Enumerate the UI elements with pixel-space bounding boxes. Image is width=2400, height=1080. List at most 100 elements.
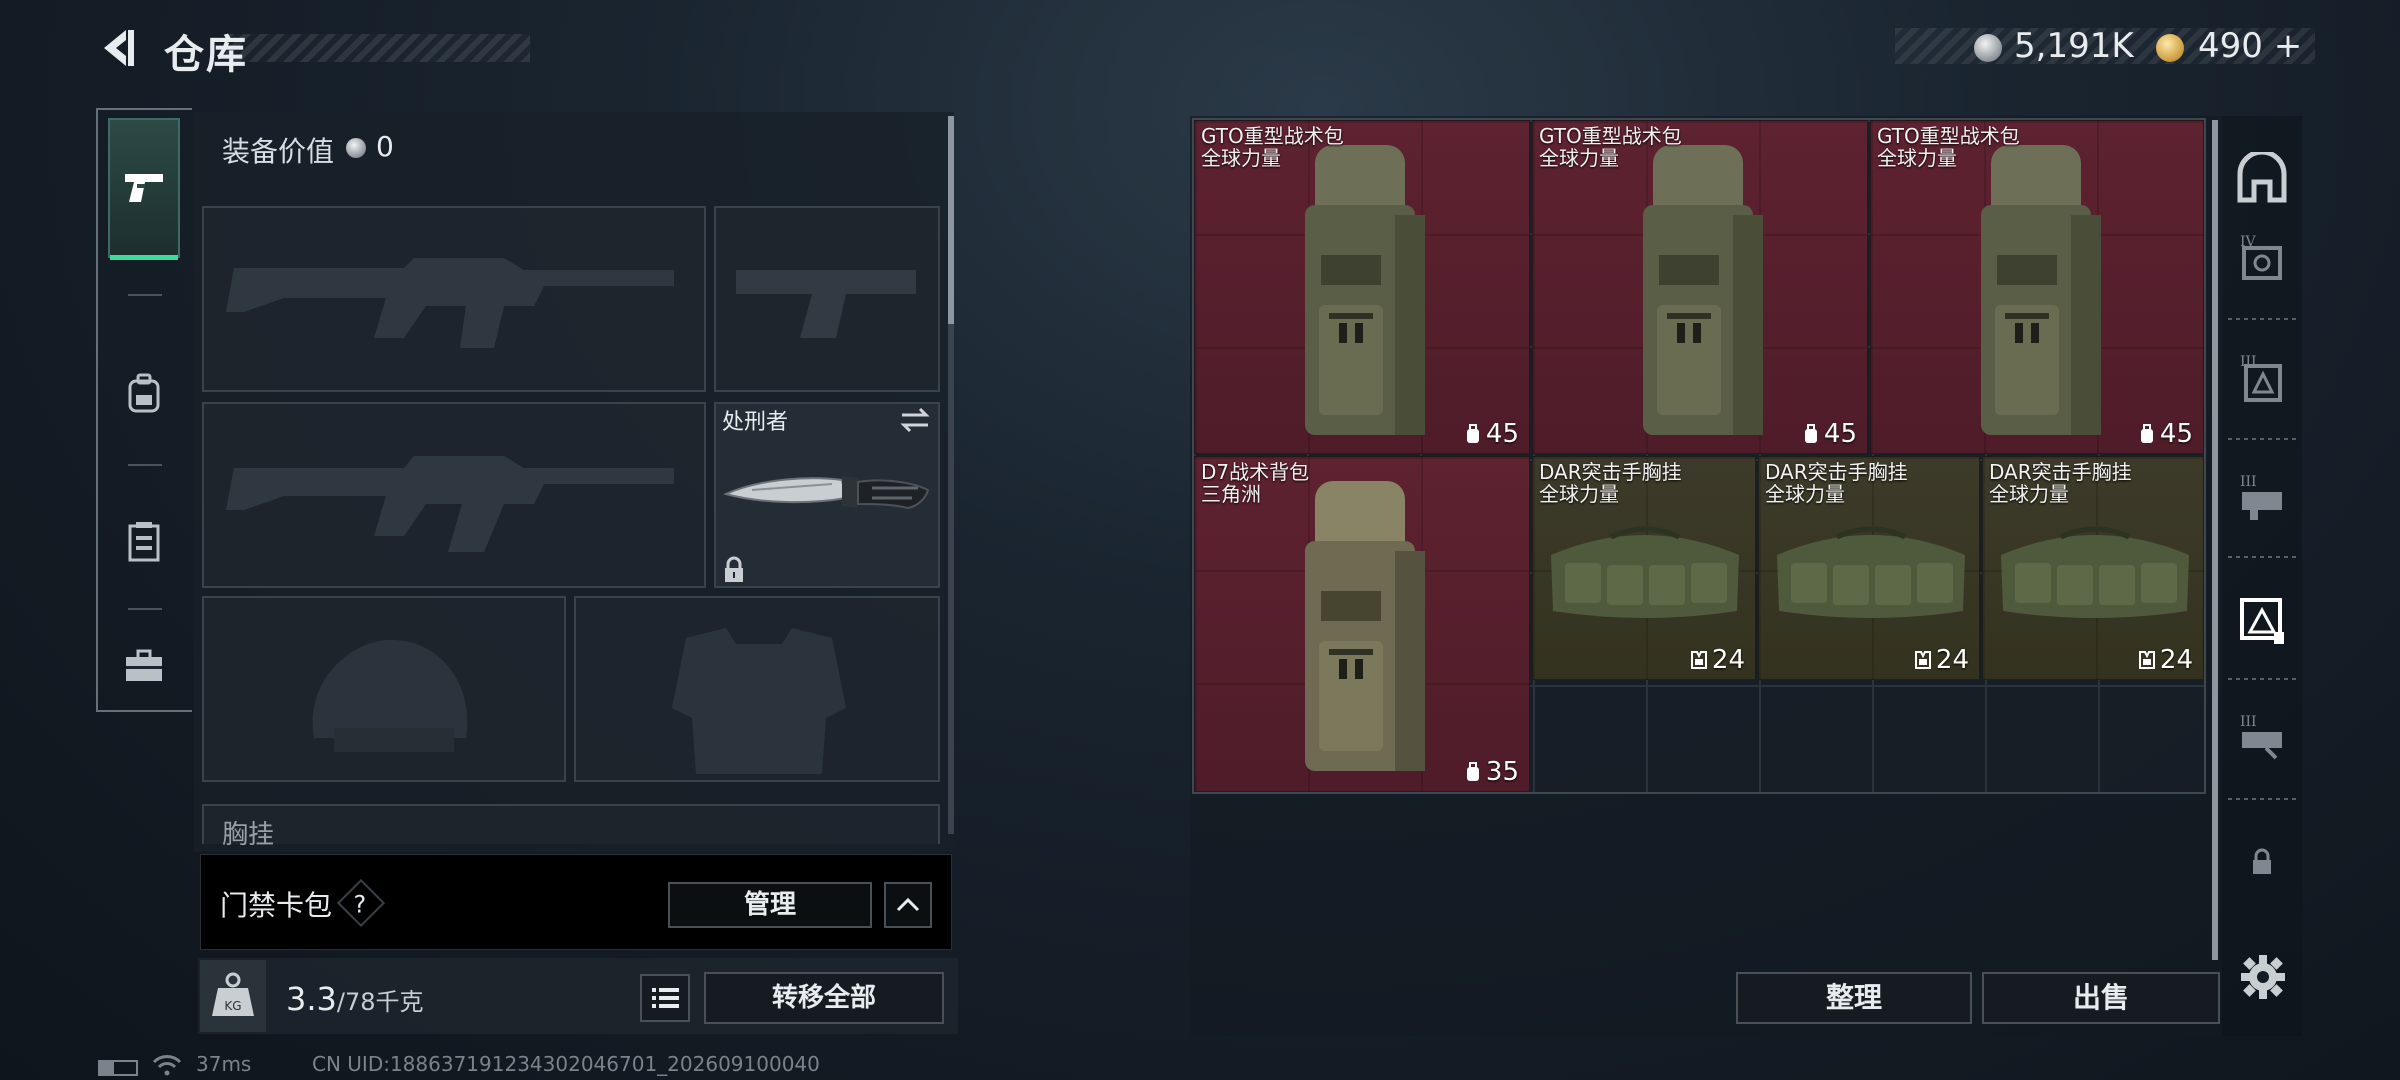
- rail-top-line: [98, 108, 192, 110]
- warehouse-item[interactable]: DAR突击手胸挂 全球力量 24: [1758, 456, 1980, 680]
- ping-value: 37ms: [196, 1052, 252, 1076]
- primary-weapon-slot-2[interactable]: [202, 402, 706, 588]
- pistol-icon: [125, 174, 163, 202]
- warehouse-item[interactable]: D7战术背包 三角洲 35: [1194, 456, 1530, 792]
- category-all[interactable]: [2236, 149, 2288, 204]
- item-subtitle: 三角洲: [1201, 482, 1261, 506]
- category-separator: [2228, 678, 2300, 680]
- chest-rig-capacity-icon: [1690, 651, 1707, 669]
- svg-text:III: III: [2240, 474, 2257, 490]
- item-capacity-value: 45: [1485, 419, 1519, 449]
- gto-backpack-image: [1643, 145, 1763, 435]
- item-name: GTO重型战术包: [1877, 124, 2020, 148]
- equip-value: 0: [376, 130, 394, 163]
- category-tier-4-bag[interactable]: IV: [2236, 232, 2288, 284]
- equip-value-label: 装备价值: [222, 135, 335, 168]
- category-separator: [2228, 556, 2300, 558]
- warehouse-item[interactable]: GTO重型战术包 全球力量 45: [1870, 120, 2204, 454]
- add-gold-button[interactable]: +: [2274, 26, 2303, 66]
- all-icon: [2237, 149, 2287, 203]
- item-capacity-value: 35: [1485, 757, 1519, 787]
- loadout-scrollbar-track[interactable]: [948, 324, 954, 834]
- sort-button[interactable]: 整理: [1736, 972, 1972, 1024]
- item-name: GTO重型战术包: [1539, 124, 1682, 148]
- dar-chest-rig-image: [1777, 526, 1965, 618]
- executioner-knife-image: [722, 464, 934, 524]
- warehouse-item[interactable]: DAR突击手胸挂 全球力量 24: [1532, 456, 1756, 680]
- item-capacity: 24: [1690, 645, 1745, 675]
- gto-backpack-image: [1981, 145, 2101, 435]
- tab-safe-box[interactable]: [108, 626, 180, 706]
- tier-3-armor-icon: III: [2240, 714, 2282, 760]
- item-capacity-value: 45: [2159, 419, 2193, 449]
- back-button[interactable]: [96, 24, 144, 72]
- item-name: DAR突击手胸挂: [1539, 460, 1682, 484]
- wifi-icon: [152, 1054, 182, 1076]
- item-capacity-value: 24: [1711, 645, 1745, 675]
- pistol-slot[interactable]: [714, 206, 940, 392]
- chest-rig-capacity-icon: [1914, 651, 1931, 669]
- item-capacity: 45: [1802, 419, 1857, 449]
- warehouse-scrollbar[interactable]: [2212, 120, 2218, 960]
- silver-coin-icon: [346, 138, 366, 158]
- backpack-capacity-icon: [1466, 762, 1479, 781]
- tab-separator: [128, 294, 162, 296]
- page-title: 仓库: [164, 32, 248, 78]
- primary-weapon-slot-1[interactable]: [202, 206, 706, 392]
- armor-slot[interactable]: [574, 596, 940, 782]
- item-name: DAR突击手胸挂: [1989, 460, 2132, 484]
- category-tier-3-bag[interactable]: III: [2236, 352, 2288, 404]
- tab-weapons[interactable]: [108, 118, 180, 260]
- transfer-all-button[interactable]: 转移全部: [704, 972, 944, 1024]
- backpack-category-icon: [2240, 598, 2284, 644]
- chest-rig-slot[interactable]: [202, 804, 940, 844]
- tab-backpack[interactable]: [108, 338, 180, 448]
- chest-rig-capacity-icon: [2138, 651, 2155, 669]
- gold-amount[interactable]: 490 +: [2198, 26, 2302, 66]
- helmet-slot[interactable]: [202, 596, 566, 782]
- backpack-capacity-icon: [1466, 424, 1479, 443]
- list-view-button[interactable]: [640, 974, 690, 1022]
- category-backpack-selected[interactable]: [2236, 592, 2288, 644]
- warehouse-item[interactable]: DAR突击手胸挂 全球力量 24: [1982, 456, 2204, 680]
- help-glyph: ?: [353, 890, 366, 919]
- category-tier-3-rig[interactable]: III: [2236, 472, 2288, 524]
- tier-3-bag-icon: III: [2240, 354, 2282, 402]
- item-subtitle: 全球力量: [1989, 482, 2069, 506]
- warehouse-item[interactable]: GTO重型战术包 全球力量 45: [1532, 120, 1868, 454]
- rifle-placeholder-icon: [226, 456, 674, 552]
- warehouse-item[interactable]: GTO重型战术包 全球力量 45: [1194, 120, 1530, 454]
- item-capacity-value: 45: [1823, 419, 1857, 449]
- collapse-button[interactable]: [884, 882, 932, 928]
- sell-button[interactable]: 出售: [1982, 972, 2220, 1024]
- silver-coin-icon: [1974, 34, 2002, 62]
- dar-chest-rig-image: [2001, 526, 2189, 618]
- tab-chest-rig[interactable]: [108, 486, 180, 596]
- swap-icon[interactable]: [898, 406, 932, 434]
- settings-gear-icon[interactable]: [2240, 954, 2286, 1000]
- item-name: GTO重型战术包: [1201, 124, 1344, 148]
- list-icon: [652, 988, 679, 1008]
- chest-rig-label: 胸挂: [222, 820, 275, 850]
- category-locked[interactable]: [2236, 842, 2288, 894]
- dar-chest-rig-image: [1551, 526, 1739, 618]
- loadout-scrollbar-thumb[interactable]: [948, 116, 954, 324]
- weight-value: 3.3/78千克: [286, 980, 424, 1018]
- item-capacity: 24: [1914, 645, 1969, 675]
- tab-separator: [128, 608, 162, 610]
- tier-4-bag-icon: IV: [2240, 234, 2282, 280]
- keycard-label: 门禁卡包: [220, 889, 333, 922]
- category-tier-3-armor[interactable]: III: [2236, 712, 2288, 764]
- rifle-placeholder-icon: [226, 258, 674, 348]
- backpack-capacity-icon: [2140, 424, 2153, 443]
- manage-button[interactable]: 管理: [668, 882, 872, 928]
- tab-separator: [128, 464, 162, 466]
- gold-amount-value: 490: [2198, 26, 2263, 66]
- category-separator: [2228, 318, 2300, 320]
- item-capacity-value: 24: [1935, 645, 1969, 675]
- gold-coin-icon: [2156, 34, 2184, 62]
- item-subtitle: 全球力量: [1539, 482, 1619, 506]
- gto-backpack-image: [1305, 145, 1425, 435]
- category-separator: [2228, 438, 2300, 440]
- armor-placeholder-icon: [672, 628, 846, 774]
